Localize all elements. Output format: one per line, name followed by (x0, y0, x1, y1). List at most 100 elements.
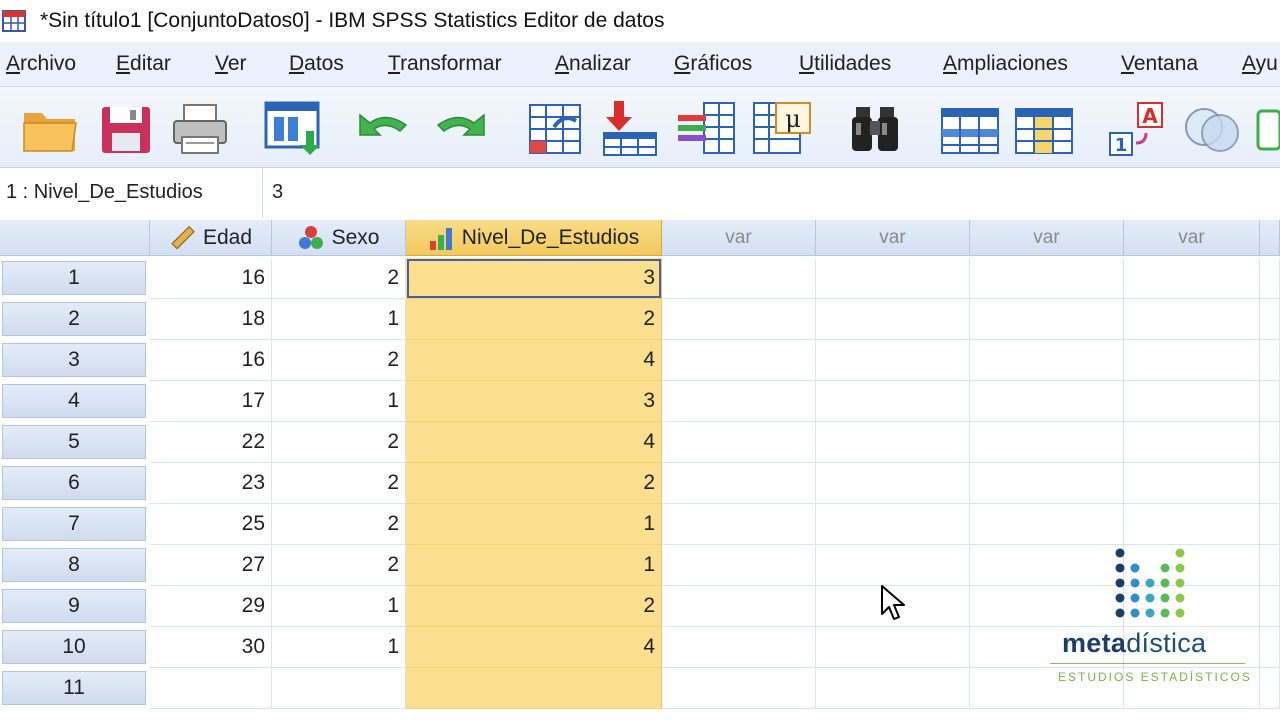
data-cell[interactable]: 1 (272, 586, 406, 627)
data-cell[interactable] (970, 463, 1124, 504)
column-header-sexo[interactable]: Sexo (272, 220, 406, 256)
go-to-variable-icon[interactable] (598, 97, 662, 159)
data-cell[interactable]: 4 (406, 340, 662, 381)
data-cell[interactable] (970, 504, 1124, 545)
data-cell[interactable]: 3 (406, 381, 662, 422)
data-cell[interactable] (816, 422, 970, 463)
row-header[interactable]: 7 (2, 507, 146, 541)
row-header[interactable]: 9 (2, 589, 146, 623)
data-cell[interactable] (1260, 504, 1280, 545)
data-cell[interactable]: 2 (272, 340, 406, 381)
menu-ventana[interactable]: Ventana (1121, 52, 1198, 76)
data-cell[interactable] (272, 668, 406, 709)
data-cell[interactable]: 18 (150, 299, 272, 340)
find-icon[interactable] (844, 97, 908, 159)
corner-header[interactable] (0, 220, 150, 256)
cell-value-input[interactable]: 3 (272, 181, 283, 204)
data-cell[interactable] (970, 299, 1124, 340)
data-cell[interactable] (1260, 381, 1280, 422)
value-labels-icon[interactable]: A1 (1106, 97, 1170, 159)
save-icon[interactable] (94, 97, 158, 159)
data-cell[interactable]: 23 (150, 463, 272, 504)
menu-editar[interactable]: Editar (116, 52, 171, 76)
data-cell[interactable]: 2 (406, 299, 662, 340)
data-cell[interactable] (816, 340, 970, 381)
print-icon[interactable] (168, 97, 232, 159)
menu-ampliaciones[interactable]: Ampliaciones (943, 52, 1068, 76)
data-cell[interactable]: 4 (406, 627, 662, 668)
data-cell[interactable]: 29 (150, 586, 272, 627)
go-to-case-icon[interactable] (524, 97, 588, 159)
data-cell[interactable]: 2 (272, 504, 406, 545)
data-cell[interactable] (662, 340, 816, 381)
column-header-var[interactable]: var (1124, 220, 1260, 256)
row-header[interactable]: 2 (2, 302, 146, 336)
recall-dialog-icon[interactable] (262, 97, 326, 159)
data-cell[interactable] (1260, 586, 1280, 627)
data-cell[interactable] (816, 258, 970, 299)
row-header[interactable]: 3 (2, 343, 146, 377)
data-cell[interactable] (1260, 545, 1280, 586)
row-header[interactable]: 6 (2, 466, 146, 500)
data-cell[interactable] (1124, 340, 1260, 381)
data-cell[interactable] (150, 668, 272, 709)
data-cell[interactable] (1260, 668, 1280, 709)
data-cell[interactable] (1260, 340, 1280, 381)
menu-ver[interactable]: Ver (215, 52, 247, 76)
data-cell[interactable] (970, 258, 1124, 299)
data-cell[interactable] (1260, 258, 1280, 299)
column-header-var[interactable]: var (662, 220, 816, 256)
data-cell[interactable] (816, 545, 970, 586)
data-cell[interactable]: 25 (150, 504, 272, 545)
data-cell[interactable]: 1 (406, 504, 662, 545)
data-cell[interactable] (662, 463, 816, 504)
toolbar-overflow-icon[interactable] (1256, 97, 1280, 159)
menu-utilidades[interactable]: Utilidades (799, 52, 891, 76)
data-cell[interactable] (970, 422, 1124, 463)
data-cell[interactable]: 4 (406, 422, 662, 463)
row-header[interactable]: 4 (2, 384, 146, 418)
row-header[interactable]: 5 (2, 425, 146, 459)
data-cell[interactable] (662, 668, 816, 709)
data-cell[interactable] (1124, 463, 1260, 504)
data-cell[interactable] (816, 504, 970, 545)
data-cell[interactable]: 22 (150, 422, 272, 463)
data-cell[interactable] (1124, 381, 1260, 422)
data-cell[interactable]: 1 (272, 627, 406, 668)
data-cell[interactable] (662, 381, 816, 422)
data-cell[interactable]: 1 (406, 545, 662, 586)
redo-icon[interactable] (428, 97, 492, 159)
menu-datos[interactable]: Datos (289, 52, 344, 76)
data-cell[interactable] (1124, 504, 1260, 545)
data-cell[interactable] (1124, 258, 1260, 299)
data-cell[interactable] (1260, 463, 1280, 504)
data-cell[interactable]: 30 (150, 627, 272, 668)
data-cell[interactable]: 2 (272, 422, 406, 463)
column-header-partial[interactable] (1260, 220, 1280, 256)
data-cell[interactable]: 2 (272, 258, 406, 299)
data-cell[interactable]: 27 (150, 545, 272, 586)
data-cell[interactable] (662, 627, 816, 668)
menu-transformar[interactable]: Transformar (388, 52, 502, 76)
data-cell[interactable] (970, 381, 1124, 422)
row-header[interactable]: 11 (2, 671, 146, 705)
data-cell[interactable]: 2 (272, 463, 406, 504)
data-cell[interactable] (1260, 627, 1280, 668)
menu-graficos[interactable]: Gráficos (674, 52, 752, 76)
data-cell[interactable]: 1 (272, 381, 406, 422)
data-cell[interactable] (662, 422, 816, 463)
data-cell[interactable] (662, 299, 816, 340)
data-cell[interactable] (1124, 422, 1260, 463)
data-cell[interactable] (816, 668, 970, 709)
data-cell[interactable] (816, 381, 970, 422)
data-cell[interactable]: 2 (272, 545, 406, 586)
use-sets-icon[interactable] (1180, 97, 1244, 159)
undo-icon[interactable] (352, 97, 416, 159)
data-cell[interactable] (816, 299, 970, 340)
menu-archivo[interactable]: Archivo (6, 52, 76, 76)
data-cell[interactable] (662, 504, 816, 545)
data-cell[interactable] (662, 258, 816, 299)
data-cell[interactable]: 3 (406, 258, 662, 299)
column-header-var[interactable]: var (970, 220, 1124, 256)
menu-ayuda[interactable]: Ayu (1242, 52, 1278, 76)
